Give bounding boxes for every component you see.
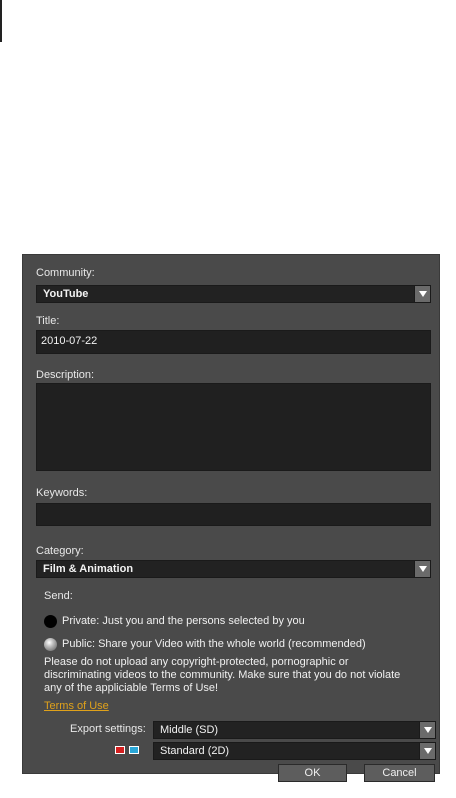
chevron-down-icon[interactable] (414, 286, 430, 302)
chevron-down-icon[interactable] (414, 561, 430, 577)
public-radio[interactable] (44, 638, 57, 651)
public-option-label[interactable]: Public: Share your Video with the whole … (62, 638, 366, 650)
private-radio[interactable] (44, 615, 57, 628)
category-value: Film & Animation (43, 563, 134, 575)
keywords-label: Keywords: (36, 487, 88, 499)
chevron-down-icon[interactable] (419, 743, 435, 759)
category-label: Category: (36, 545, 84, 557)
description-input[interactable] (36, 383, 431, 471)
stereo-mode-value: Standard (2D) (160, 745, 230, 757)
export-settings-value: Middle (SD) (160, 724, 219, 736)
description-label: Description: (36, 369, 95, 381)
upload-dialog: Community: YouTube Title: 2010-07-22 Des… (22, 254, 440, 782)
cancel-button[interactable]: Cancel (364, 764, 435, 782)
keywords-input[interactable] (36, 503, 431, 526)
title-input[interactable]: 2010-07-22 (36, 330, 431, 354)
chevron-down-icon[interactable] (419, 722, 435, 738)
category-select[interactable]: Film & Animation (36, 560, 431, 578)
community-label: Community: (36, 267, 95, 279)
ok-button[interactable]: OK (278, 764, 347, 782)
community-value: YouTube (43, 288, 89, 300)
send-label: Send: (44, 590, 73, 602)
title-label: Title: (36, 315, 60, 327)
3d-glasses-icon (115, 746, 141, 754)
export-settings-label: Export settings: (70, 723, 146, 735)
private-option-label[interactable]: Private: Just you and the persons select… (62, 615, 305, 627)
terms-of-use-link[interactable]: Terms of Use (44, 700, 109, 712)
text-cursor-line (0, 0, 2, 42)
upload-notice: Please do not upload any copyright-prote… (44, 656, 401, 694)
stereo-mode-select[interactable]: Standard (2D) (153, 742, 436, 760)
export-settings-select[interactable]: Middle (SD) (153, 721, 436, 739)
community-select[interactable]: YouTube (36, 285, 431, 303)
